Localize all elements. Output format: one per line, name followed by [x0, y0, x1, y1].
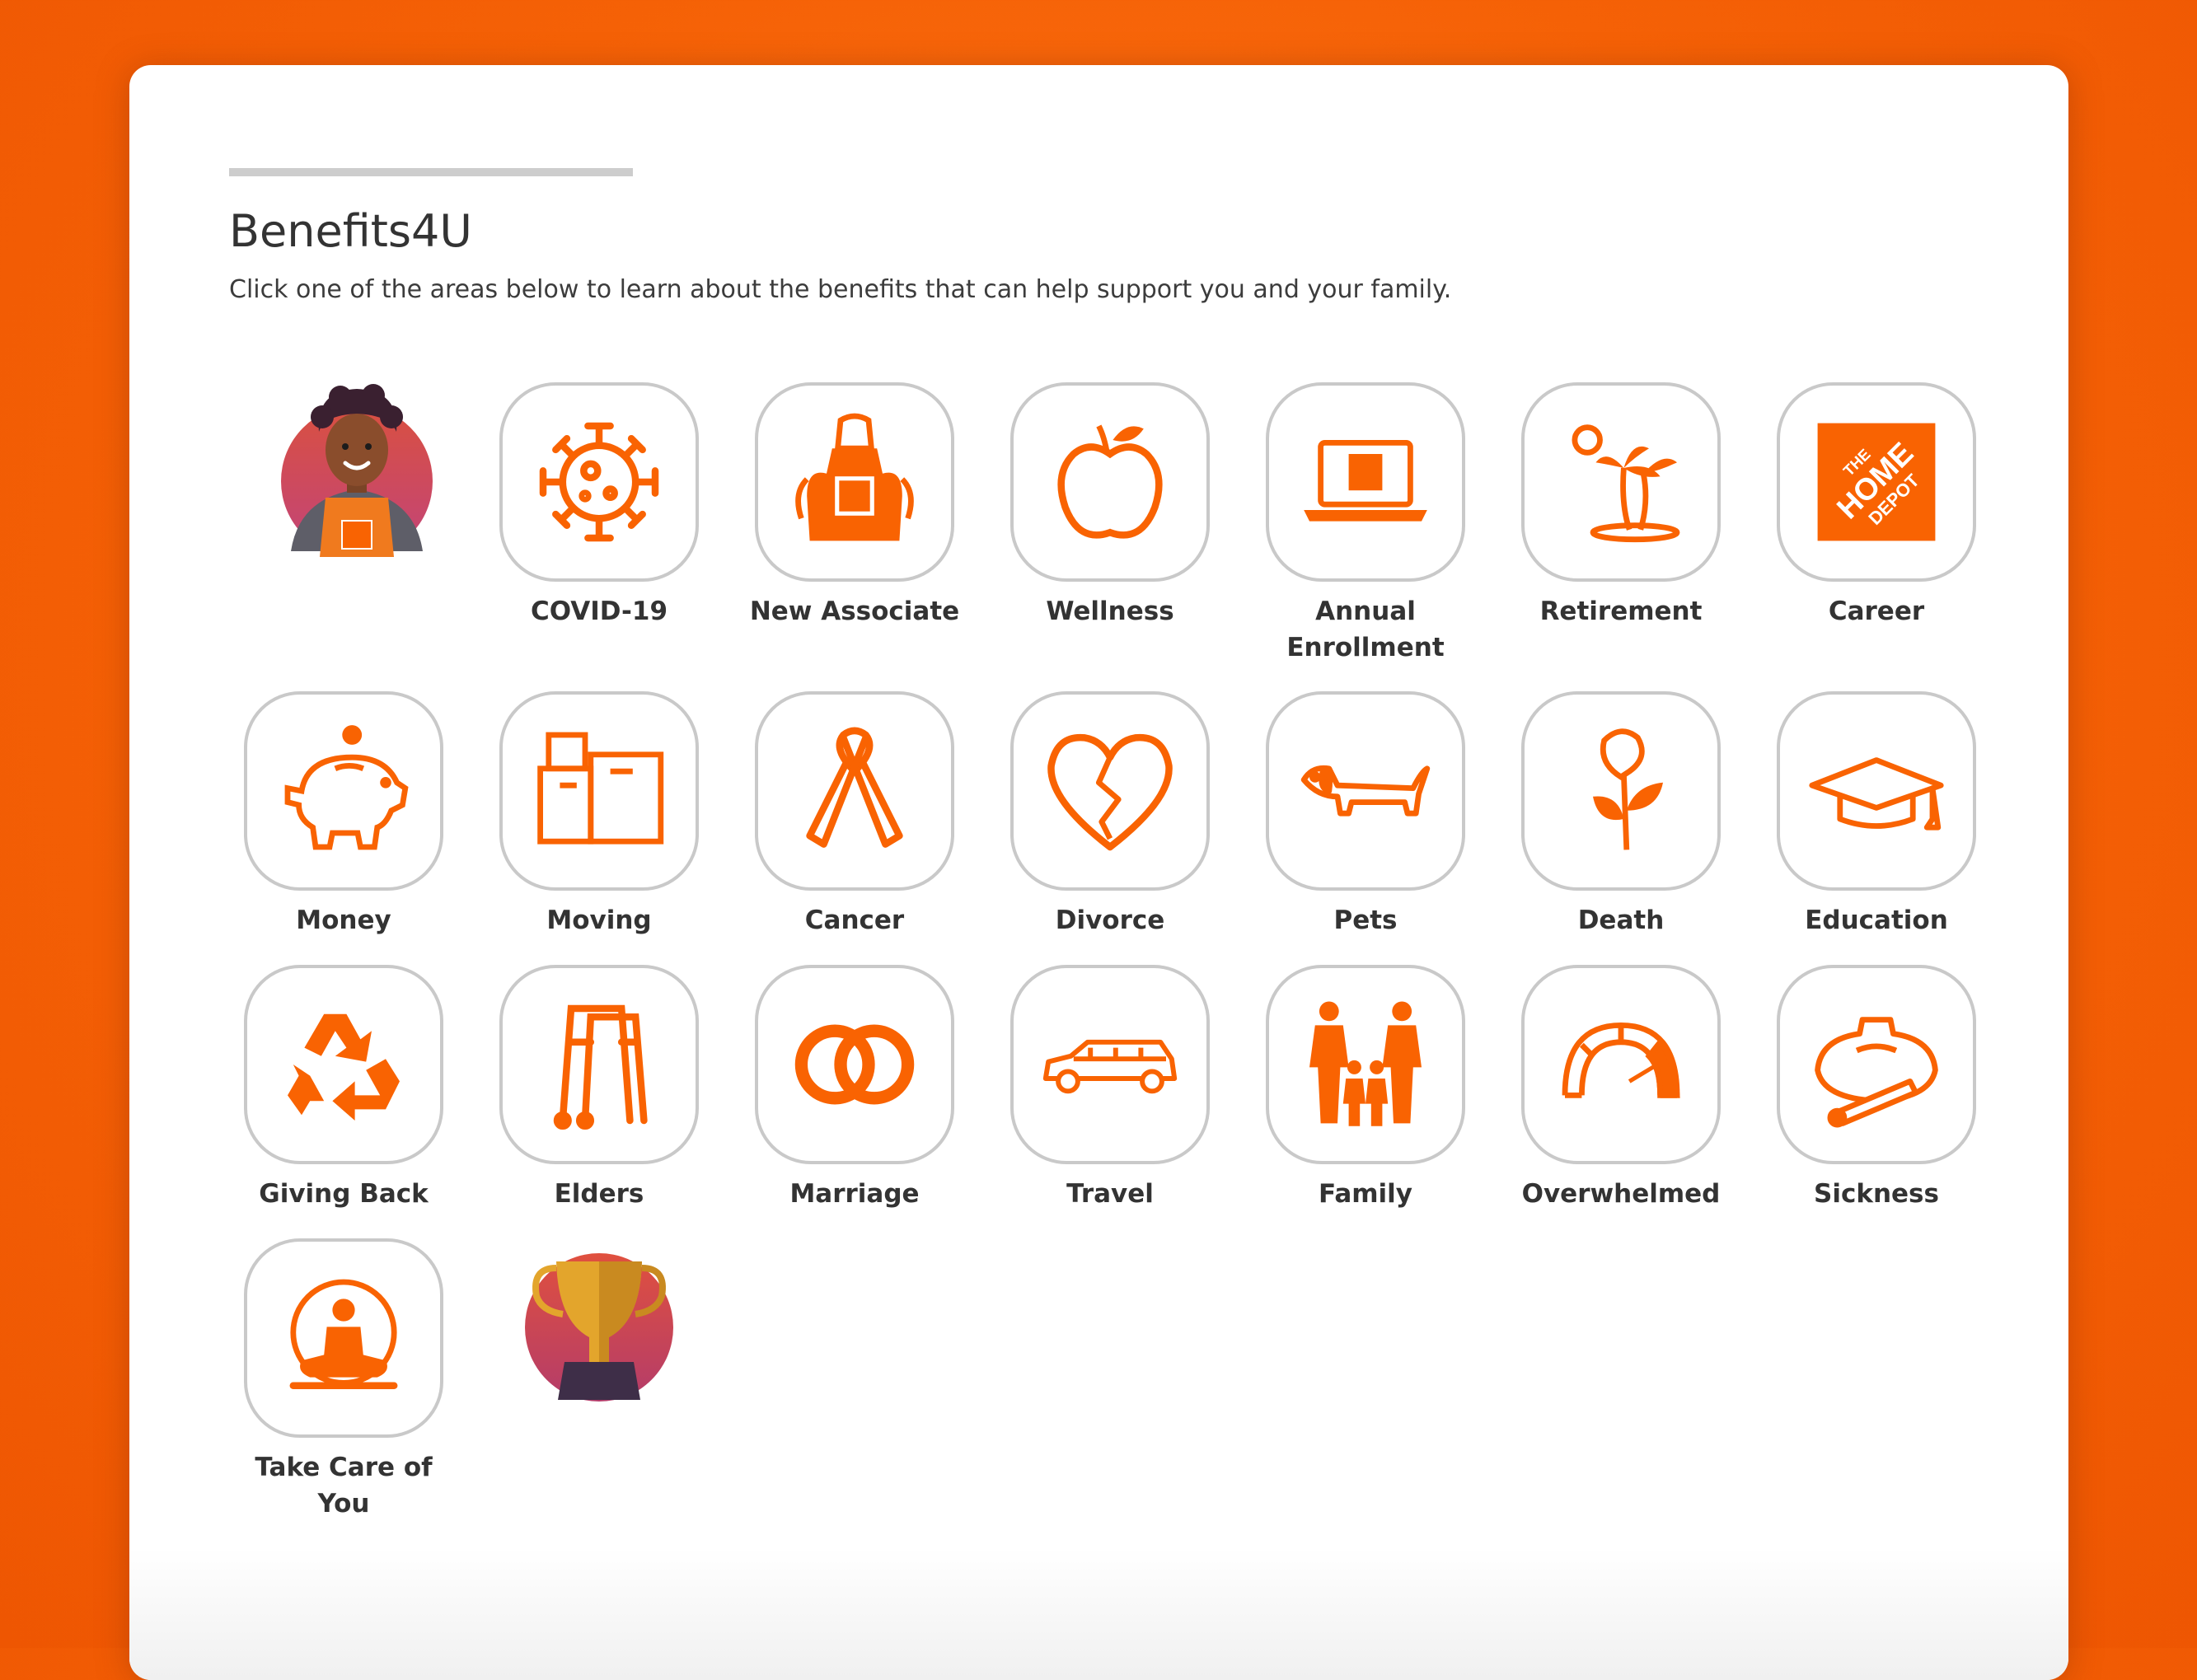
tile-new-associate-box[interactable]	[755, 382, 954, 582]
tile-covid-19[interactable]: COVID-19	[492, 382, 706, 629]
palm-tree-icon	[1572, 424, 1680, 543]
tile-divorce-box[interactable]	[1010, 691, 1210, 891]
tile-marriage[interactable]: Marriage	[747, 965, 962, 1212]
tile-career-box[interactable]: THE HOME DEPOT	[1777, 382, 1976, 582]
tile-new-associate[interactable]: New Associate	[747, 382, 962, 629]
rings-icon	[794, 1024, 915, 1105]
tile-elders[interactable]: Elders	[492, 965, 706, 1212]
tile-label: Wellness	[1046, 597, 1174, 626]
gauge-icon	[1562, 1022, 1680, 1098]
tile-label: COVID-19	[530, 597, 668, 626]
tile-label: Travel	[1066, 1179, 1154, 1209]
tile-pets-box[interactable]	[1266, 691, 1465, 891]
tile-annual-enrollment-box[interactable]	[1266, 382, 1465, 582]
tile-label: Giving Back	[259, 1179, 429, 1209]
page-title: Benefits4U	[229, 205, 472, 257]
tile-label: Education	[1805, 906, 1948, 935]
boxes-icon	[537, 732, 664, 845]
ice-pack-thermometer-icon	[1815, 1017, 1938, 1128]
tile-moving[interactable]: Moving	[492, 691, 706, 938]
tile-label: Death	[1577, 906, 1665, 935]
walker-icon	[553, 1004, 648, 1130]
tile-label: Marriage	[789, 1179, 920, 1209]
tile-label: Elders	[554, 1179, 644, 1209]
tile-death[interactable]: Death	[1514, 691, 1728, 938]
tile-travel-box[interactable]	[1010, 965, 1210, 1164]
tile-education[interactable]: Education	[1769, 691, 1984, 938]
tile-label: Pets	[1333, 906, 1398, 935]
family-icon	[1309, 1001, 1422, 1126]
piggy-bank-icon	[284, 725, 409, 850]
tile-label: Overwhelmed	[1521, 1179, 1721, 1209]
tile-moving-box[interactable]	[499, 691, 699, 891]
tile-overwhelmed-box[interactable]	[1521, 965, 1721, 1164]
tile-label: Family	[1318, 1179, 1413, 1209]
tile-covid-19-box[interactable]	[499, 382, 699, 582]
apron-icon	[795, 413, 914, 541]
meditation-icon	[289, 1279, 398, 1390]
ribbon-icon	[806, 727, 903, 848]
tile-money[interactable]: Money	[237, 691, 451, 938]
tile-retirement[interactable]: Retirement	[1514, 382, 1728, 629]
tile-take-care-of-you[interactable]: Take Care of You	[237, 1238, 451, 1522]
tile-label: Career	[1828, 597, 1925, 626]
tile-label: Divorce	[1055, 906, 1165, 935]
broken-heart-icon	[1047, 733, 1173, 851]
flower-icon	[1593, 728, 1663, 850]
laptop-icon	[1304, 440, 1427, 522]
recycle-icon	[288, 1013, 400, 1121]
tile-label: New Associate	[749, 597, 960, 626]
page-subtitle: Click one of the areas below to learn ab…	[229, 275, 1452, 304]
title-accent-bar	[229, 168, 633, 176]
tile-cancer-box[interactable]	[755, 691, 954, 891]
tile-take-care-of-you-box[interactable]	[244, 1238, 443, 1438]
tile-wellness[interactable]: Wellness	[1003, 382, 1217, 629]
tile-pets[interactable]: Pets	[1258, 691, 1473, 938]
tile-family-box[interactable]	[1266, 965, 1465, 1164]
associate-avatar	[250, 374, 464, 568]
tile-money-box[interactable]	[244, 691, 443, 891]
apple-icon	[1057, 424, 1163, 539]
tile-family[interactable]: Family	[1258, 965, 1473, 1212]
home-depot-logo-icon: THE HOME DEPOT	[1817, 423, 1936, 541]
tile-label: Take Care of You	[255, 1453, 433, 1519]
tile-divorce[interactable]: Divorce	[1003, 691, 1217, 938]
associate-avatar-icon	[281, 384, 433, 557]
tile-travel[interactable]: Travel	[1003, 965, 1217, 1212]
tile-education-box[interactable]	[1777, 691, 1976, 891]
tile-career[interactable]: THE HOME DEPOT Career	[1769, 382, 1984, 629]
graduation-cap-icon	[1809, 757, 1944, 831]
dog-icon	[1300, 765, 1431, 817]
tile-death-box[interactable]	[1521, 691, 1721, 891]
tile-giving-back-box[interactable]	[244, 965, 443, 1164]
tile-sickness[interactable]: Sickness	[1769, 965, 1984, 1212]
car-icon	[1042, 1039, 1178, 1094]
tile-annual-enrollment[interactable]: Annual Enrollment	[1258, 382, 1473, 666]
trophy-icon	[525, 1253, 673, 1402]
tile-wellness-box[interactable]	[1010, 382, 1210, 582]
tile-label: Moving	[546, 906, 652, 935]
tile-label: Annual Enrollment	[1286, 597, 1445, 662]
tile-retirement-box[interactable]	[1521, 382, 1721, 582]
tile-label: Cancer	[804, 906, 905, 935]
tile-label: Money	[296, 906, 391, 935]
tile-elders-box[interactable]	[499, 965, 699, 1164]
tile-overwhelmed[interactable]: Overwhelmed	[1514, 965, 1728, 1212]
tile-cancer[interactable]: Cancer	[747, 691, 962, 938]
tile-giving-back[interactable]: Giving Back	[237, 965, 451, 1212]
virus-icon	[539, 422, 659, 542]
tile-label: Sickness	[1814, 1179, 1939, 1209]
content-card: Benefits4U Click one of the areas below …	[129, 65, 2068, 1680]
tile-sickness-box[interactable]	[1777, 965, 1976, 1164]
tile-label: Retirement	[1539, 597, 1703, 626]
trophy-badge	[492, 1238, 706, 1407]
tile-marriage-box[interactable]	[755, 965, 954, 1164]
